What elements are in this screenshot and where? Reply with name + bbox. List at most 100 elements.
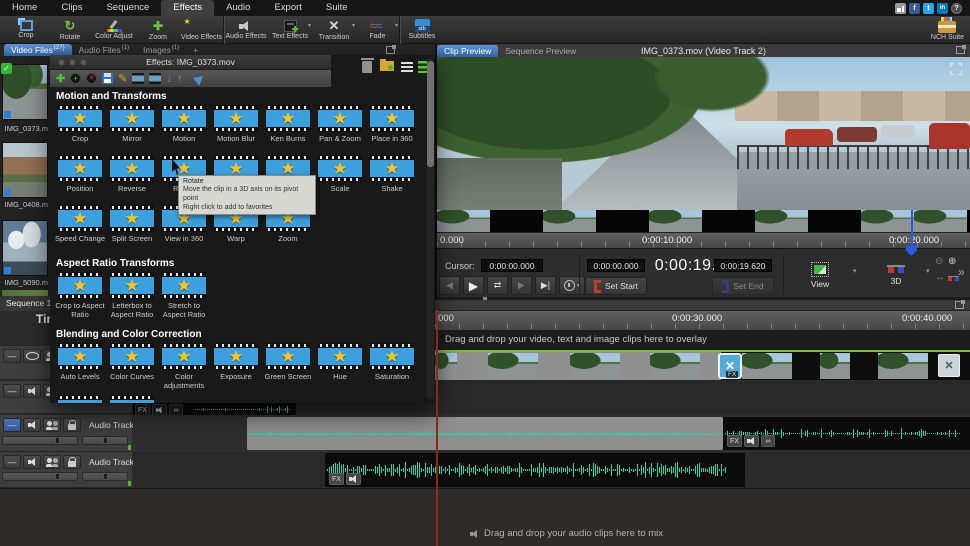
track-mute-button[interactable] — [23, 455, 41, 469]
bin-clip-thumbnail[interactable] — [2, 220, 48, 276]
effect-item[interactable]: ★Place in 360 — [366, 105, 418, 155]
link-badge[interactable]: ∞ — [761, 435, 775, 447]
trash-icon[interactable] — [362, 61, 372, 73]
menu-item[interactable]: Clips — [49, 0, 94, 16]
start-time-field[interactable]: 0:00:00.000 — [587, 259, 645, 272]
track-group-button[interactable] — [43, 418, 61, 432]
effect-item[interactable]: ★Stretch to Aspect Ratio — [158, 272, 210, 326]
apply-effect-icon[interactable] — [193, 72, 206, 85]
mute-badge[interactable] — [744, 435, 759, 447]
move-down-icon[interactable] — [166, 72, 172, 86]
open-folder-icon[interactable] — [380, 61, 394, 71]
effect-item[interactable]: ★ — [106, 395, 158, 403]
clip-frame[interactable] — [650, 353, 700, 379]
fullscreen-icon[interactable] — [950, 63, 962, 75]
popout-icon[interactable] — [955, 301, 964, 309]
thumbs-up-icon[interactable] — [895, 3, 906, 14]
bin-clip-thumbnail[interactable] — [2, 142, 48, 198]
effect-item[interactable]: ★Reverse — [106, 155, 158, 205]
skip-to-end-button[interactable]: ▶| — [535, 276, 556, 295]
audio-clip[interactable]: FX — [325, 453, 745, 487]
effect-item[interactable]: ★Auto Levels — [54, 343, 106, 395]
effect-item[interactable]: ★Exposure — [210, 343, 262, 395]
track-pan-slider[interactable] — [82, 436, 128, 445]
view-button[interactable]: View — [789, 253, 851, 297]
effects-window-titlebar[interactable]: Effects: IMG_0373.mov — [50, 55, 331, 70]
facebook-icon[interactable]: f — [909, 3, 920, 14]
effect-item[interactable]: ★Scale — [314, 155, 366, 205]
track-group-button[interactable] — [43, 455, 61, 469]
mute-badge[interactable] — [346, 473, 361, 485]
effect-item[interactable]: ★Green Screen — [262, 343, 314, 395]
loop-button[interactable]: ⇄ — [487, 276, 508, 295]
effect-item[interactable]: ★Split Screen — [106, 205, 158, 255]
collapse-track-button[interactable]: — — [3, 418, 21, 432]
effect-item[interactable]: ★Letterbox to Aspect Ratio — [106, 272, 158, 326]
track-pan-slider[interactable] — [82, 472, 128, 481]
effect-item[interactable]: ★Position — [54, 155, 106, 205]
menu-item[interactable]: Suite — [314, 0, 360, 16]
remove-effect-icon[interactable]: ✕ — [86, 73, 97, 84]
clip-frame[interactable] — [435, 353, 457, 379]
track-visibility-button[interactable] — [23, 349, 41, 363]
linkedin-icon[interactable]: in — [937, 3, 948, 14]
preview-ruler[interactable]: 0.000 0:00:10.000 0:00:20.000 — [437, 232, 970, 248]
toolbar-button[interactable]: Color Adjust — [92, 16, 136, 44]
audio-clip[interactable]: FX ∞ — [723, 417, 970, 450]
zoom-out-icon[interactable]: ⊖ — [935, 256, 948, 272]
twitter-icon[interactable]: t — [923, 3, 934, 14]
effect-item[interactable]: ★Ken Burns — [262, 105, 314, 155]
fit-width-icon[interactable]: ↔ — [935, 272, 948, 288]
audio-clip[interactable] — [247, 417, 723, 450]
effect-chain-icon[interactable] — [132, 73, 144, 84]
effect-item[interactable]: ★Saturation — [366, 343, 418, 395]
edit-effect-icon[interactable] — [118, 72, 127, 86]
effect-item[interactable]: ★Motion Blur — [210, 105, 262, 155]
end-time-field[interactable]: 0:00:19.620 — [714, 259, 772, 272]
track-lock-button[interactable] — [63, 455, 81, 469]
window-close-icon[interactable] — [58, 59, 65, 66]
list-view-icon[interactable] — [401, 62, 413, 72]
toolbar-button[interactable]: Zoom — [136, 16, 180, 44]
toolbar-button[interactable]: Text Effects — [268, 16, 312, 44]
effects-scrollbar[interactable] — [427, 59, 434, 399]
3d-dropdown[interactable]: ▾ — [926, 267, 930, 275]
preview-tab[interactable]: Clip Preview — [437, 45, 498, 57]
preview-filmstrip[interactable] — [437, 210, 970, 232]
move-up-icon[interactable] — [177, 72, 183, 86]
nch-suite-button[interactable]: NCH Suite — [931, 18, 964, 41]
toolbar-button[interactable]: Rotate — [48, 16, 92, 44]
add-favorite-icon[interactable]: + — [70, 73, 81, 84]
fx-badge[interactable]: FX — [329, 473, 344, 485]
menu-item[interactable]: Home — [0, 0, 49, 16]
step-forward-button[interactable]: ▶ — [511, 276, 532, 295]
toolbar-button[interactable]: Crop — [4, 16, 48, 44]
effect-chain-icon[interactable] — [149, 73, 161, 84]
video-track-2-lane[interactable]: Drag and drop your video, text and image… — [435, 330, 970, 352]
fx-badge[interactable]: FX — [727, 435, 742, 447]
track-mute-button[interactable] — [23, 384, 41, 398]
preview-cursor[interactable] — [911, 210, 913, 248]
collapse-track-button[interactable]: — — [3, 349, 21, 363]
collapse-track-button[interactable]: — — [3, 384, 21, 398]
audio-drop-zone[interactable]: Drag and drop your audio clips here to m… — [0, 488, 970, 546]
track-lock-button[interactable] — [63, 418, 81, 432]
effect-item[interactable]: ★Crop — [54, 105, 106, 155]
toolbar-button[interactable]: Fade — [356, 16, 400, 44]
sequence-cursor[interactable] — [436, 310, 438, 546]
effect-item[interactable]: ★Shake — [366, 155, 418, 205]
playback-speed-button[interactable]: ▾ — [559, 276, 585, 295]
toolbar-button[interactable]: Subtitles — [400, 16, 444, 44]
save-template-icon[interactable] — [102, 73, 113, 84]
previous-frame-button[interactable]: ◀ — [439, 276, 460, 295]
clip-frame[interactable] — [488, 353, 538, 379]
add-effect-icon[interactable] — [56, 72, 65, 86]
track-mute-button[interactable] — [23, 418, 41, 432]
window-minimize-icon[interactable] — [69, 59, 76, 66]
effect-item[interactable]: ★Crop to Aspect Ratio — [54, 272, 106, 326]
effect-item[interactable]: ★Color Curves — [106, 343, 158, 395]
effect-item[interactable]: ★Motion — [158, 105, 210, 155]
set-end-button[interactable]: Set End — [712, 277, 774, 295]
menu-item[interactable]: Effects — [161, 0, 214, 16]
bin-clip-thumbnail[interactable] — [2, 290, 48, 296]
